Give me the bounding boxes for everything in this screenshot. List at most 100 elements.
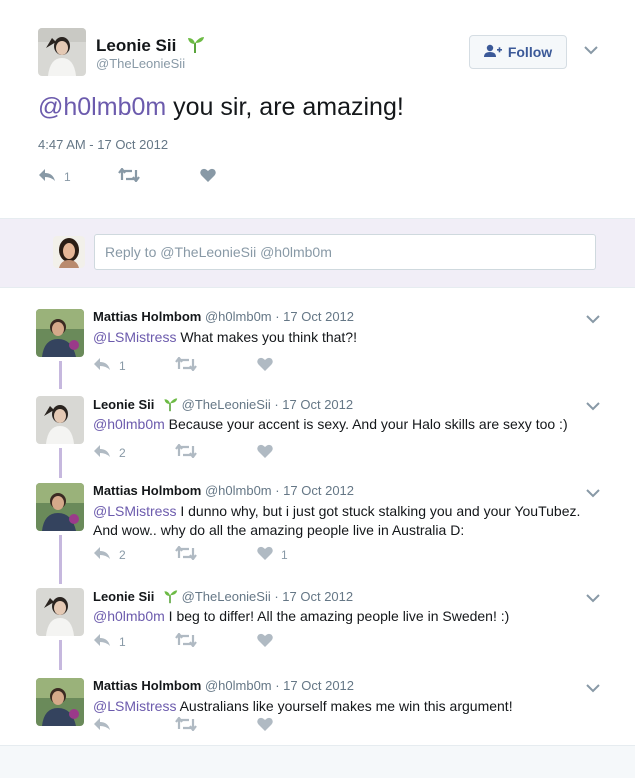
tweet-timestamp[interactable]: 4:47 AM - 17 Oct 2012: [38, 137, 168, 152]
sprout-icon: [185, 34, 205, 59]
chevron-down-icon[interactable]: [586, 680, 600, 696]
like-button[interactable]: [257, 633, 281, 650]
retweet-button[interactable]: [175, 356, 257, 374]
retweet-button[interactable]: [175, 632, 257, 650]
reply-button[interactable]: 1: [93, 633, 175, 650]
mattias-avatar[interactable]: [36, 678, 84, 726]
heart-icon: [257, 717, 273, 734]
like-button[interactable]: [200, 168, 216, 185]
reply-button[interactable]: 1: [38, 168, 118, 185]
reply-text-body: Because your accent is sexy. And your Ha…: [164, 416, 568, 432]
tweet-mention[interactable]: @h0lmb0m: [38, 93, 166, 121]
reply-count: 1: [119, 358, 126, 373]
reply-mention[interactable]: @LSMistress: [93, 698, 176, 714]
retweet-button[interactable]: [175, 443, 257, 461]
author-avatar[interactable]: [38, 28, 86, 76]
reply-composer: Reply to @TheLeonieSii @h0lmb0m: [0, 218, 635, 288]
thread-connector: [59, 640, 62, 670]
chevron-down-icon[interactable]: [586, 311, 600, 327]
reply-icon: [93, 633, 111, 650]
thread-connector: [59, 361, 62, 389]
reply-mention[interactable]: @h0lmb0m: [93, 608, 165, 624]
reply-button[interactable]: 2: [93, 546, 175, 563]
reply-author-name[interactable]: Mattias Holmbom: [93, 483, 201, 498]
follow-label: Follow: [507, 44, 553, 60]
reply-meta[interactable]: @TheLeonieSii · 17 Oct 2012: [182, 397, 353, 412]
retweet-button[interactable]: [175, 716, 257, 734]
reply-header: Leonie Sii @TheLeonieSii · 17 Oct 2012: [93, 588, 353, 607]
heart-icon: [200, 168, 216, 185]
reply-actions: 2: [93, 443, 281, 461]
current-user-avatar[interactable]: [53, 236, 85, 268]
retweet-icon: [175, 356, 197, 374]
chevron-down-icon[interactable]: [586, 590, 600, 606]
reply-author-name[interactable]: Mattias Holmbom: [93, 309, 201, 324]
follow-button[interactable]: Follow: [469, 35, 567, 69]
reply-meta[interactable]: @TheLeonieSii · 17 Oct 2012: [182, 589, 353, 604]
sprout-icon: [162, 396, 178, 415]
reply-count: 1: [64, 169, 71, 184]
like-button[interactable]: [257, 717, 281, 734]
tweet-text-body: you sir, are amazing!: [166, 93, 404, 121]
reply-actions: [93, 716, 281, 734]
reply-actions: 1: [93, 632, 281, 650]
author-handle[interactable]: @TheLeonieSii: [96, 56, 185, 71]
main-tweet: Leonie Sii @TheLeonieSii Follow @h0lmb0m…: [0, 0, 635, 218]
reply-icon: [93, 546, 111, 563]
reply-text: @LSMistress I dunno why, but i just got …: [93, 502, 608, 540]
reply-text: @h0lmb0m Because your accent is sexy. An…: [93, 415, 608, 434]
like-button[interactable]: 1: [257, 546, 288, 563]
thread-connector: [59, 535, 62, 584]
retweet-button[interactable]: [118, 167, 200, 185]
reply-header: Mattias Holmbom @h0lmb0m · 17 Oct 2012: [93, 678, 354, 693]
like-button[interactable]: [257, 357, 281, 374]
retweet-button[interactable]: [175, 545, 257, 563]
reply-input[interactable]: Reply to @TheLeonieSii @h0lmb0m: [94, 234, 596, 270]
heart-icon: [257, 444, 273, 461]
retweet-icon: [175, 545, 197, 563]
reply-button[interactable]: 2: [93, 444, 175, 461]
retweet-icon: [175, 443, 197, 461]
reply-author-name[interactable]: Leonie Sii: [93, 589, 154, 604]
reply-button[interactable]: 1: [93, 357, 175, 374]
author-name-text[interactable]: Leonie Sii: [96, 36, 176, 55]
reply-meta[interactable]: @h0lmb0m · 17 Oct 2012: [205, 309, 354, 324]
chevron-down-icon[interactable]: [586, 398, 600, 414]
reply-mention[interactable]: @LSMistress: [93, 329, 176, 345]
reply-icon: [93, 444, 111, 461]
leonie-avatar[interactable]: [36, 588, 84, 636]
reply-icon: [93, 357, 111, 374]
tweet-text: @h0lmb0m you sir, are amazing!: [38, 93, 404, 122]
reply-meta[interactable]: @h0lmb0m · 17 Oct 2012: [205, 483, 354, 498]
reply-mention[interactable]: @h0lmb0m: [93, 416, 165, 432]
reply-meta[interactable]: @h0lmb0m · 17 Oct 2012: [205, 678, 354, 693]
tweet-actions: 1: [38, 167, 216, 185]
reply-count: 2: [119, 547, 126, 562]
chevron-down-icon[interactable]: [584, 42, 598, 58]
reply-button[interactable]: [93, 717, 175, 734]
heart-icon: [257, 633, 273, 650]
reply-text: @LSMistress Australians like yourself ma…: [93, 697, 608, 716]
add-user-icon: [483, 44, 502, 61]
mattias-avatar[interactable]: [36, 309, 84, 357]
reply-mention[interactable]: @LSMistress: [93, 503, 176, 519]
chevron-down-icon[interactable]: [586, 485, 600, 501]
leonie-avatar[interactable]: [36, 396, 84, 444]
reply-text-body: Australians like yourself makes me win t…: [176, 698, 513, 714]
retweet-icon: [175, 716, 197, 734]
reply-actions: 2 1: [93, 545, 288, 563]
reply-actions: 1: [93, 356, 281, 374]
reply-count: 2: [119, 445, 126, 460]
bottom-bar: [0, 745, 635, 778]
reply-icon: [38, 168, 56, 185]
reply-count: 1: [119, 634, 126, 649]
reply-author-name[interactable]: Mattias Holmbom: [93, 678, 201, 693]
retweet-icon: [175, 632, 197, 650]
reply-header: Mattias Holmbom @h0lmb0m · 17 Oct 2012: [93, 483, 354, 498]
reply-text-body: What makes you think that?!: [176, 329, 357, 345]
sprout-icon: [162, 588, 178, 607]
reply-header: Mattias Holmbom @h0lmb0m · 17 Oct 2012: [93, 309, 354, 324]
mattias-avatar[interactable]: [36, 483, 84, 531]
like-button[interactable]: [257, 444, 281, 461]
reply-author-name[interactable]: Leonie Sii: [93, 397, 154, 412]
